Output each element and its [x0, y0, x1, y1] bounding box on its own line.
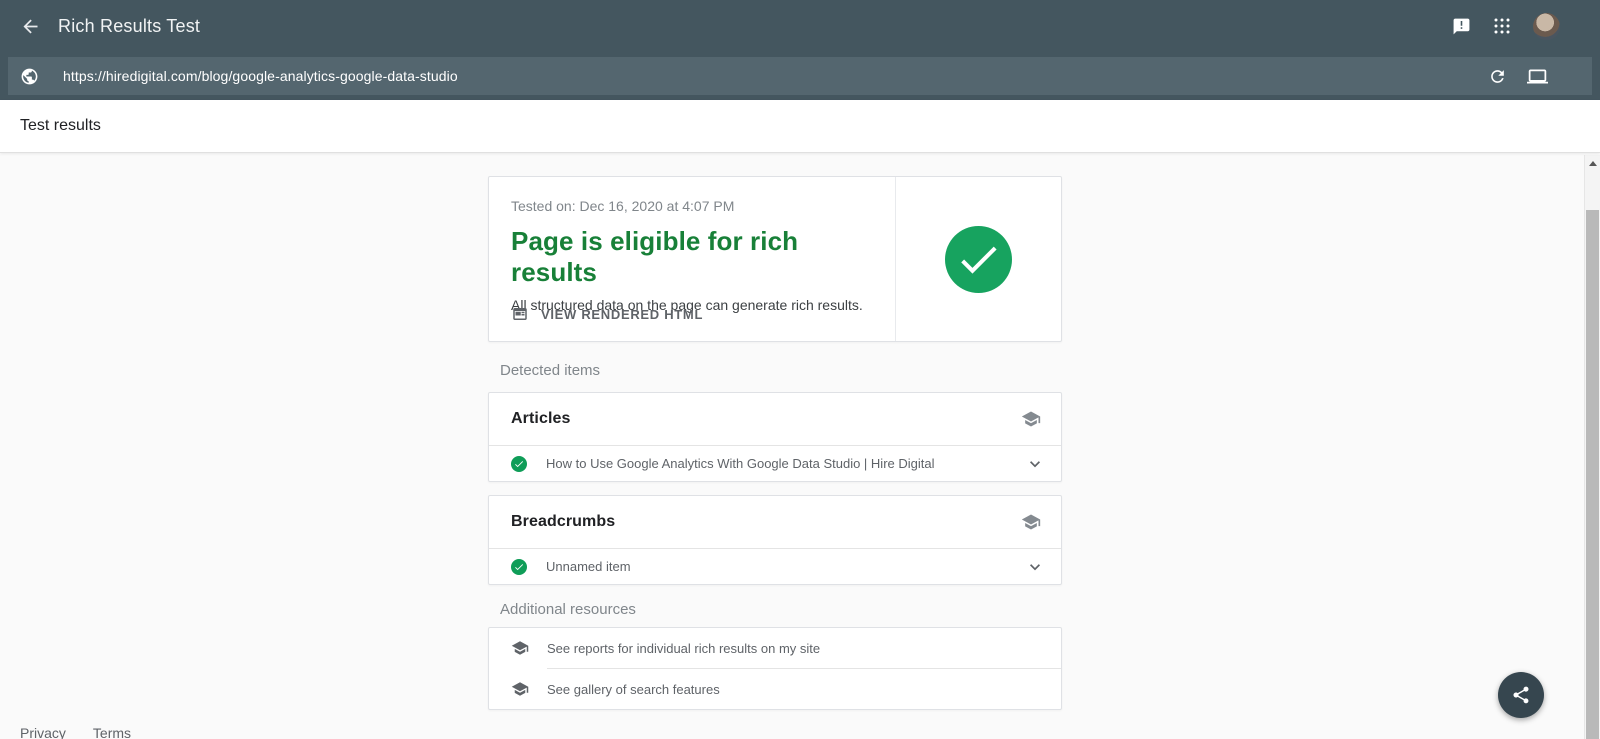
result-headline: Page is eligible for rich results — [511, 226, 873, 288]
apps-grid-button[interactable] — [1493, 17, 1511, 35]
rendered-html-window-icon — [511, 305, 529, 323]
detected-group-articles: Articles How to Use Google Analytics Wit… — [488, 392, 1062, 482]
share-icon — [1511, 685, 1531, 705]
privacy-link[interactable]: Privacy — [20, 725, 66, 739]
resource-link-row[interactable]: See reports for individual rich results … — [489, 628, 1061, 668]
refresh-button[interactable] — [1488, 67, 1507, 86]
scroll-up-arrow-icon — [1589, 161, 1597, 166]
group-header: Breadcrumbs — [489, 496, 1061, 548]
school-icon[interactable] — [1021, 409, 1041, 429]
result-status-panel — [895, 177, 1061, 341]
avatar[interactable] — [1533, 13, 1560, 40]
group-title: Breadcrumbs — [511, 513, 615, 531]
app-title: Rich Results Test — [58, 16, 200, 37]
resource-link-row[interactable]: See gallery of search features — [489, 669, 1061, 709]
group-title: Articles — [511, 410, 571, 428]
detected-item-row[interactable]: Unnamed item — [489, 548, 1061, 584]
detected-item-row[interactable]: How to Use Google Analytics With Google … — [489, 445, 1061, 481]
school-icon — [511, 639, 529, 657]
detected-items-label: Detected items — [488, 362, 1062, 380]
detected-item-text: Unnamed item — [546, 559, 631, 574]
success-check-icon — [945, 226, 1012, 293]
success-check-icon — [511, 559, 527, 575]
terms-link[interactable]: Terms — [93, 725, 131, 739]
chevron-down-icon[interactable] — [1025, 557, 1045, 577]
detected-group-breadcrumbs: Breadcrumbs Unnamed item — [488, 495, 1062, 585]
main-content: Tested on: Dec 16, 2020 at 4:07 PM Page … — [488, 176, 1062, 710]
device-icon — [1527, 66, 1548, 87]
result-summary-card: Tested on: Dec 16, 2020 at 4:07 PM Page … — [488, 176, 1062, 342]
resource-link-text: See gallery of search features — [547, 682, 720, 697]
page-title: Test results — [20, 117, 101, 135]
url-bar-row: https://hiredigital.com/blog/google-anal… — [0, 52, 1600, 100]
footer: Privacy Terms — [20, 725, 131, 739]
apps-grid-icon — [1493, 17, 1511, 35]
scroll-up-button[interactable] — [1585, 155, 1600, 171]
url-input[interactable]: https://hiredigital.com/blog/google-anal… — [8, 57, 1592, 95]
vertical-scrollbar[interactable] — [1584, 155, 1600, 739]
group-header: Articles — [489, 393, 1061, 445]
feedback-button[interactable] — [1452, 17, 1471, 36]
globe-icon — [20, 67, 39, 86]
back-button[interactable] — [6, 2, 54, 50]
feedback-icon — [1452, 17, 1471, 36]
refresh-icon — [1488, 67, 1507, 86]
additional-resources-label: Additional resources — [488, 601, 1062, 619]
view-rendered-html-button[interactable]: VIEW RENDERED HTML — [511, 305, 703, 323]
tested-on-timestamp: Tested on: Dec 16, 2020 at 4:07 PM — [511, 198, 873, 214]
additional-resources-card: See reports for individual rich results … — [488, 627, 1062, 710]
success-check-icon — [511, 456, 527, 472]
detected-item-text: How to Use Google Analytics With Google … — [546, 456, 935, 471]
scrollbar-thumb[interactable] — [1586, 210, 1599, 739]
resource-link-text: See reports for individual rich results … — [547, 641, 820, 656]
app-header: Rich Results Test — [0, 0, 1600, 52]
back-arrow-icon — [20, 16, 41, 37]
school-icon — [511, 680, 529, 698]
school-icon[interactable] — [1021, 512, 1041, 532]
results-toolbar: Test results — [0, 100, 1600, 153]
share-button[interactable] — [1498, 672, 1544, 718]
device-preview-button[interactable] — [1527, 66, 1548, 87]
chevron-down-icon[interactable] — [1025, 454, 1045, 474]
url-text: https://hiredigital.com/blog/google-anal… — [63, 68, 458, 84]
